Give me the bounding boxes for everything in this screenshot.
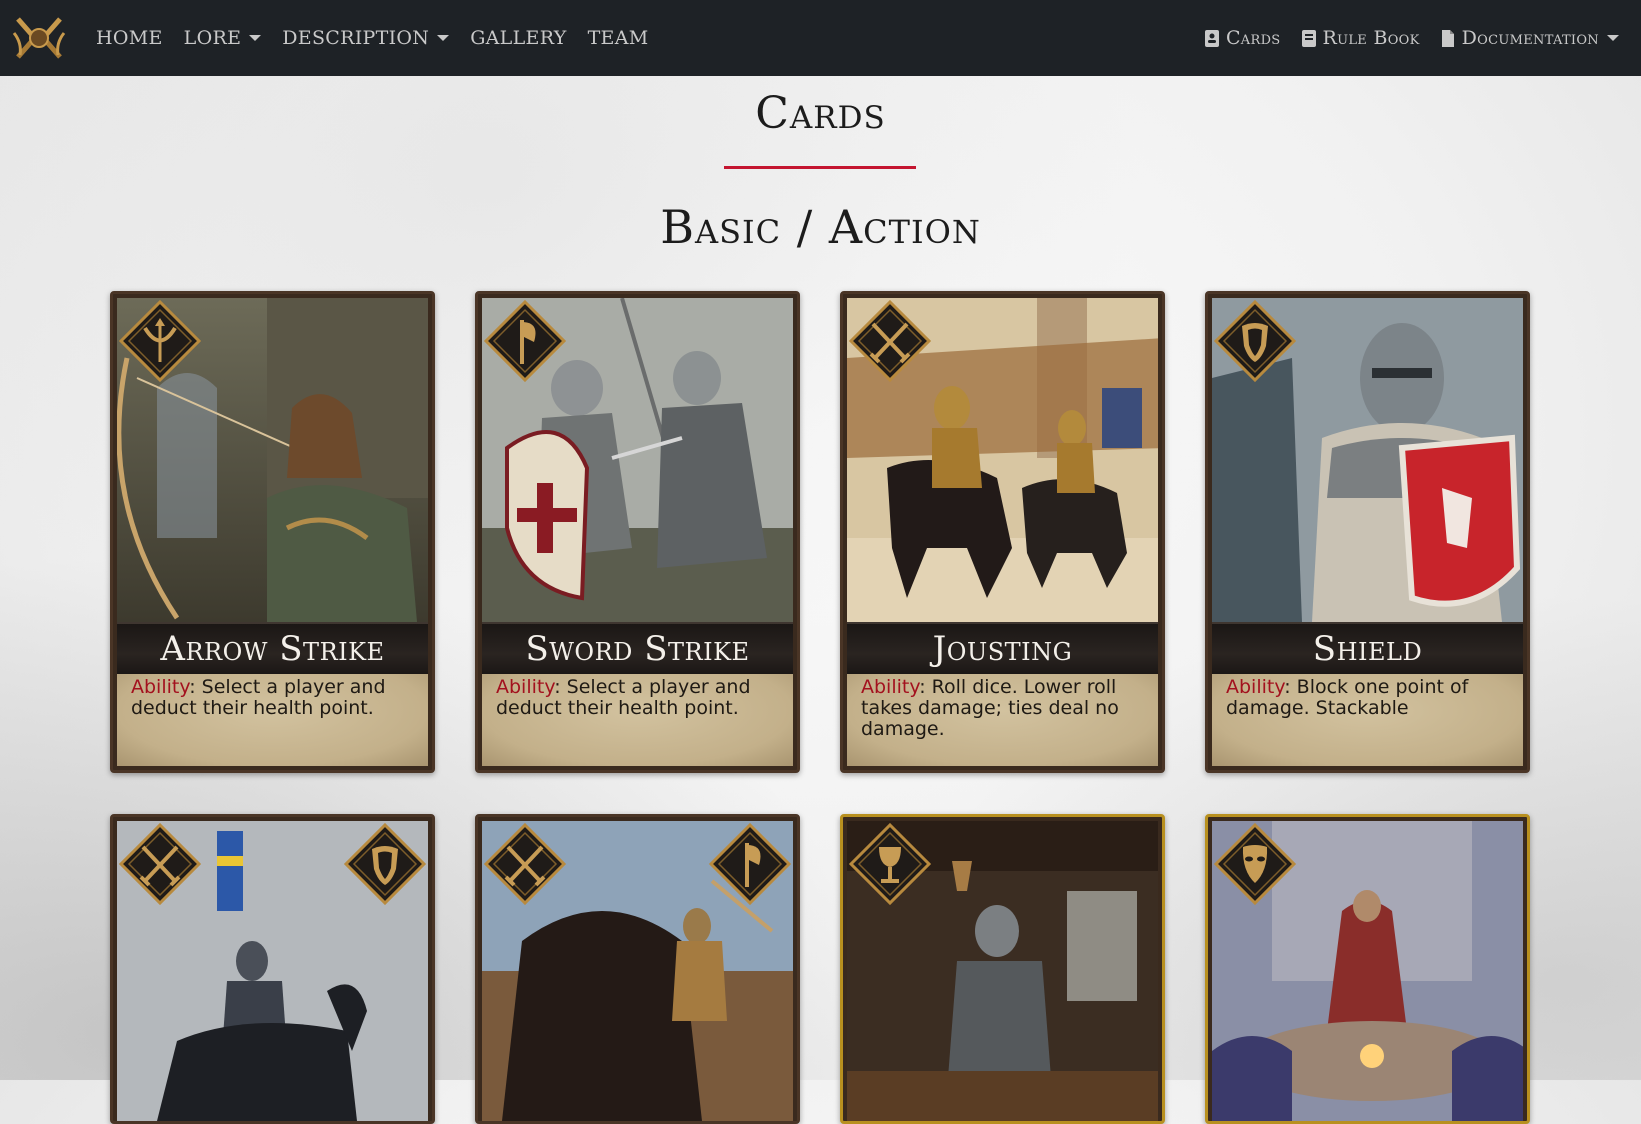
card-arrow-strike[interactable]: Arrow Strike Ability: Select a player an… [110,291,435,773]
card-name-bar: Jousting [847,622,1158,676]
id-card-icon [1204,29,1219,47]
shield-icon [1214,300,1296,382]
card-jousting[interactable]: Jousting Ability: Roll dice. Lower roll … [840,291,1165,773]
card-ability: Ability: Roll dice. Lower roll takes dam… [847,674,1158,766]
nav-team[interactable]: TEAM [588,27,649,49]
nav-rule-book-label: Rule Book [1322,27,1420,49]
chevron-down-icon [249,35,262,41]
crossed-swords-icon [849,300,931,382]
nav-home[interactable]: HOME [96,27,163,49]
title-divider [724,166,916,169]
brand-logo-icon[interactable] [12,13,66,63]
card-name: Shield [1312,629,1423,669]
card-name: Jousting [932,629,1073,669]
crossed-swords-icon [119,823,201,905]
nav-cards[interactable]: Cards [1204,27,1281,49]
book-icon [1301,29,1316,47]
file-icon [1441,29,1454,47]
bow-icon [119,300,201,382]
card-sword-strike[interactable]: Sword Strike Ability: Select a player an… [475,291,800,773]
card-name-bar: Arrow Strike [117,622,428,676]
crossed-swords-icon [484,823,566,905]
navbar: HOME LORE DESCRIPTION GALLERY TEAM Cards… [0,0,1641,76]
nav-cards-label: Cards [1225,27,1281,49]
card-feast[interactable] [840,814,1165,1124]
card-council[interactable] [1205,814,1530,1124]
card-name: Sword Strike [525,629,750,669]
goblet-icon [849,823,931,905]
nav-gallery-label: GALLERY [470,27,567,49]
chevron-down-icon [1607,35,1619,41]
nav-description-label: DESCRIPTION [282,27,430,49]
axe-icon [709,823,791,905]
nav-lore-label: LORE [183,27,242,49]
nav-gallery[interactable]: GALLERY [470,27,566,49]
card-ability: Ability: Select a player and deduct thei… [117,674,428,766]
nav-documentation-label: Documentation [1461,27,1599,49]
ability-label: Ability [1226,676,1285,698]
ability-label: Ability [861,676,920,698]
axe-icon [484,300,566,382]
section-title: Basic / Action [660,200,981,254]
card-name: Arrow Strike [160,629,385,669]
shield-icon [344,823,426,905]
card-cavalry-charge[interactable] [475,814,800,1124]
nav-lore-dropdown[interactable]: LORE [184,27,262,49]
nav-documentation-dropdown[interactable]: Documentation [1440,27,1619,49]
nav-team-label: TEAM [587,27,649,49]
page-title: Cards [755,88,886,139]
nav-home-label: HOME [96,27,163,49]
card-shield[interactable]: Shield Ability: Block one point of damag… [1205,291,1530,773]
card-ability: Ability: Select a player and deduct thei… [482,674,793,766]
mask-icon [1214,823,1296,905]
card-ability: Ability: Block one point of damage. Stac… [1212,674,1523,766]
card-name-bar: Sword Strike [482,622,793,676]
card-name-bar: Shield [1212,622,1523,676]
chevron-down-icon [437,35,450,41]
nav-rule-book[interactable]: Rule Book [1301,27,1420,49]
ability-label: Ability [496,676,555,698]
ability-label: Ability [131,676,190,698]
card-mounted-knight[interactable] [110,814,435,1124]
nav-description-dropdown[interactable]: DESCRIPTION [282,27,450,49]
